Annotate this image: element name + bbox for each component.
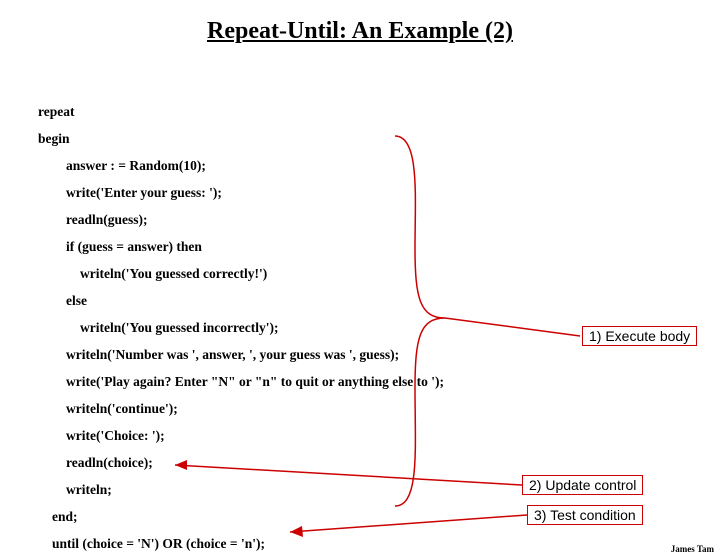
footer-credit: James Tam <box>671 544 714 554</box>
code-block: repeat begin answer : = Random(10); writ… <box>38 98 444 557</box>
code-line: end; <box>38 503 444 530</box>
code-line: write('Play again? Enter "N" or "n" to q… <box>38 368 444 395</box>
callout-update-control: 2) Update control <box>522 475 643 495</box>
code-line: begin <box>38 125 444 152</box>
code-line: writeln('continue'); <box>38 395 444 422</box>
code-line: write('Enter your guess: '); <box>38 179 444 206</box>
code-line: write('Choice: '); <box>38 422 444 449</box>
callout-test-condition: 3) Test condition <box>527 505 643 525</box>
code-line: answer : = Random(10); <box>38 152 444 179</box>
code-line: readln(choice); <box>38 449 444 476</box>
callout-execute-body: 1) Execute body <box>582 326 697 346</box>
slide-title: Repeat-Until: An Example (2) <box>0 18 720 45</box>
code-line: writeln; <box>38 476 444 503</box>
code-line: else <box>38 287 444 314</box>
code-line: if (guess = answer) then <box>38 233 444 260</box>
code-line: writeln('You guessed incorrectly'); <box>38 314 444 341</box>
code-line: writeln('You guessed correctly!') <box>38 260 444 287</box>
code-line: repeat <box>38 98 444 125</box>
code-line: until (choice = 'N') OR (choice = 'n'); <box>38 530 444 557</box>
code-line: writeln('Number was ', answer, ', your g… <box>38 341 444 368</box>
code-line: readln(guess); <box>38 206 444 233</box>
